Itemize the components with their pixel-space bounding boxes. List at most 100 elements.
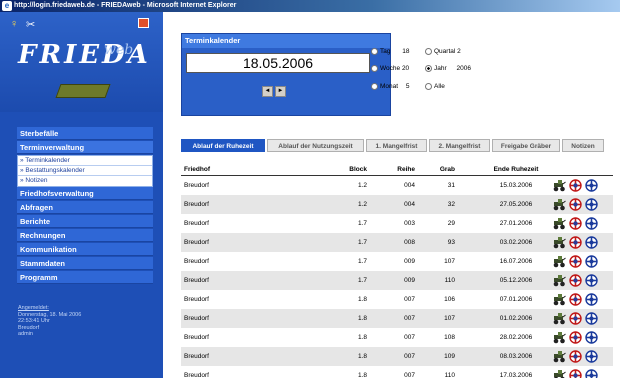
blue-cross-icon[interactable] (585, 274, 598, 287)
menu-item-stammdaten[interactable]: Stammdaten (17, 257, 153, 270)
blue-cross-icon[interactable] (585, 312, 598, 325)
table-row[interactable]: Breudorf 1.8 007 109 08.03.2006 (181, 347, 613, 366)
cell-friedhof: Breudorf (184, 201, 209, 208)
key-icon[interactable]: ♀ (10, 18, 24, 30)
table-row[interactable]: Breudorf 1.8 007 110 17.03.2006 (181, 366, 613, 378)
red-cross-icon[interactable] (569, 236, 582, 249)
row-actions (553, 255, 605, 268)
cell-reihe: 007 (404, 353, 415, 360)
close-session-icon[interactable] (138, 18, 149, 28)
red-cross-icon[interactable] (569, 312, 582, 325)
table-row[interactable]: Breudorf 1.7 009 107 16.07.2006 (181, 252, 613, 271)
tractor-icon[interactable] (553, 198, 566, 211)
cell-block: 1.8 (357, 296, 367, 303)
tab-ablauf-ruhezeit[interactable]: Ablauf der Ruhezeit (181, 139, 265, 152)
red-cross-icon[interactable] (569, 255, 582, 268)
tab-notizen[interactable]: Notizen (562, 139, 604, 152)
tools-icon[interactable]: ✂ (26, 18, 40, 31)
table-row[interactable]: Breudorf 1.8 007 107 01.02.2006 (181, 309, 613, 328)
radio-tag[interactable]: Tag 18 (371, 48, 410, 55)
blue-cross-icon[interactable] (585, 255, 598, 268)
red-cross-icon[interactable] (569, 331, 582, 344)
red-cross-icon[interactable] (569, 198, 582, 211)
menu-item-terminverwaltung[interactable]: Terminverwaltung (17, 141, 153, 154)
table-row[interactable]: Breudorf 1.2 004 31 15.03.2006 (181, 176, 613, 195)
table-row[interactable]: Breudorf 1.7 009 110 05.12.2006 (181, 271, 613, 290)
cell-grab: 107 (444, 315, 455, 322)
red-cross-icon[interactable] (569, 350, 582, 363)
tractor-icon[interactable] (553, 312, 566, 325)
red-cross-icon[interactable] (569, 369, 582, 378)
tab-mangelfrist-2[interactable]: 2. Mangelfrist (429, 139, 490, 152)
red-cross-icon[interactable] (569, 179, 582, 192)
cell-reihe: 004 (404, 201, 415, 208)
menu-item-rechnungen[interactable]: Rechnungen (17, 229, 153, 242)
cell-reihe: 008 (404, 239, 415, 246)
tractor-icon[interactable] (553, 331, 566, 344)
cell-ende-ruhezeit: 03.02.2006 (499, 239, 533, 246)
table-header: Friedhof Block Reihe Grab Ende Ruhezeit (181, 164, 613, 176)
row-actions (553, 179, 605, 192)
submenu-item-bestattungskalender[interactable]: » Bestattungskalender (18, 166, 152, 176)
radio-woche[interactable]: Woche 20 (371, 65, 409, 72)
table-row[interactable]: Breudorf 1.7 003 29 27.01.2006 (181, 214, 613, 233)
cell-friedhof: Breudorf (184, 334, 209, 341)
prev-date-button[interactable]: ◄ (262, 86, 273, 97)
date-field[interactable]: 18.05.2006 (186, 53, 370, 73)
tractor-icon[interactable] (553, 179, 566, 192)
blue-cross-icon[interactable] (585, 236, 598, 249)
blue-cross-icon[interactable] (585, 198, 598, 211)
tractor-icon[interactable] (553, 293, 566, 306)
tab-mangelfrist-1[interactable]: 1. Mangelfrist (366, 139, 427, 152)
submenu-item-notizen[interactable]: » Notizen (18, 176, 152, 186)
menu-item-programm[interactable]: Programm (17, 271, 153, 284)
radio-monat[interactable]: Monat 5 (371, 83, 410, 90)
cell-reihe: 007 (404, 372, 415, 378)
table-row[interactable]: Breudorf 1.8 007 106 07.01.2006 (181, 290, 613, 309)
radio-alle[interactable]: Alle (425, 83, 445, 90)
cell-reihe: 004 (404, 182, 415, 189)
blue-cross-icon[interactable] (585, 179, 598, 192)
cell-block: 1.8 (357, 353, 367, 360)
tractor-icon[interactable] (553, 350, 566, 363)
tractor-icon[interactable] (553, 274, 566, 287)
row-actions (553, 198, 605, 211)
blue-cross-icon[interactable] (585, 350, 598, 363)
table-row[interactable]: Breudorf 1.8 007 108 28.02.2006 (181, 328, 613, 347)
cell-block: 1.7 (357, 277, 367, 284)
cell-block: 1.8 (357, 334, 367, 341)
blue-cross-icon[interactable] (585, 293, 598, 306)
cell-friedhof: Breudorf (184, 296, 209, 303)
submenu-item-terminkalender[interactable]: » Terminkalender (18, 156, 152, 166)
menu-item-berichte[interactable]: Berichte (17, 215, 153, 228)
tractor-icon[interactable] (553, 369, 566, 378)
radio-dot (425, 83, 432, 90)
row-actions (553, 312, 605, 325)
tractor-icon[interactable] (553, 217, 566, 230)
blue-cross-icon[interactable] (585, 217, 598, 230)
menu-item-kommunikation[interactable]: Kommunikation (17, 243, 153, 256)
blue-cross-icon[interactable] (585, 369, 598, 378)
red-cross-icon[interactable] (569, 274, 582, 287)
row-actions (553, 331, 605, 344)
table-row[interactable]: Breudorf 1.2 004 32 27.05.2006 (181, 195, 613, 214)
tab-ablauf-nutzungszeit[interactable]: Ablauf der Nutzungszeit (267, 139, 364, 152)
menu-item-sterbefaelle[interactable]: Sterbefälle (17, 127, 153, 140)
blue-cross-icon[interactable] (585, 331, 598, 344)
cell-friedhof: Breudorf (184, 353, 209, 360)
cell-reihe: 009 (404, 277, 415, 284)
tractor-icon[interactable] (553, 255, 566, 268)
table-row[interactable]: Breudorf 1.7 008 93 03.02.2006 (181, 233, 613, 252)
red-cross-icon[interactable] (569, 217, 582, 230)
calendar-panel: Terminkalender 18.05.2006 ◄ ► (181, 33, 391, 116)
cell-block: 1.2 (357, 201, 367, 208)
menu-item-friedhofsverwaltung[interactable]: Friedhofsverwaltung (17, 187, 153, 200)
menu-item-abfragen[interactable]: Abfragen (17, 201, 153, 214)
tractor-icon[interactable] (553, 236, 566, 249)
red-cross-icon[interactable] (569, 293, 582, 306)
radio-quartal[interactable]: Quartal 2 (425, 48, 461, 55)
tab-freigabe-graeber[interactable]: Freigabe Gräber (492, 139, 560, 152)
radio-jahr[interactable]: Jahr 2006 (425, 65, 471, 72)
next-date-button[interactable]: ► (275, 86, 286, 97)
row-actions (553, 293, 605, 306)
